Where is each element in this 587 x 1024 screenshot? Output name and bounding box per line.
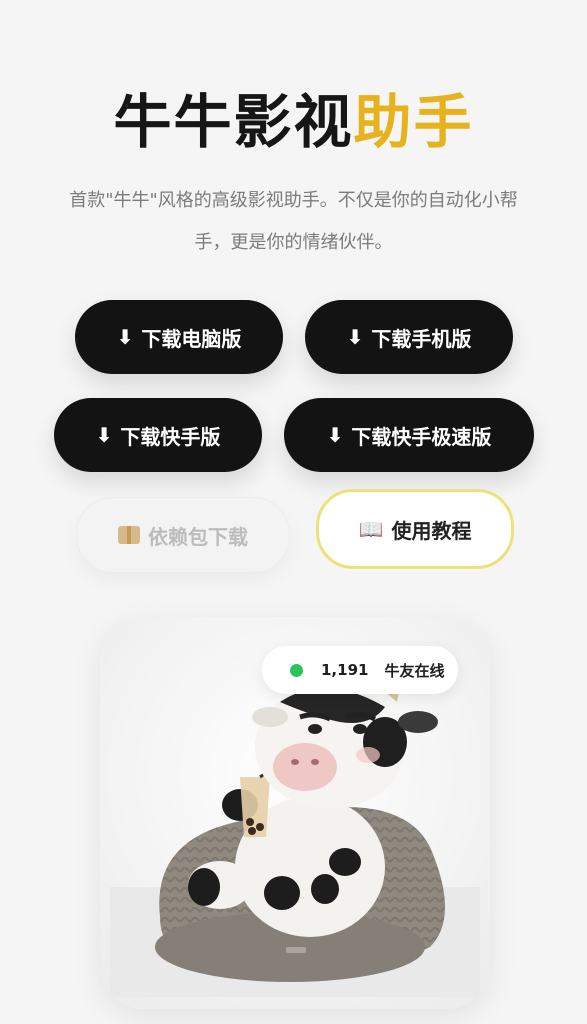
download-mobile-button[interactable]: ⬇ 下载手机版 (305, 300, 513, 374)
tutorial-button[interactable]: 📖 使用教程 (316, 489, 514, 569)
download-kuaishou-lite-label: 下载快手极速版 (351, 424, 492, 449)
download-pc-label: 下载电脑版 (141, 326, 242, 351)
package-icon (118, 526, 140, 544)
title-main: 牛牛影视 (113, 88, 354, 156)
online-dot-icon (290, 663, 303, 677)
online-status-badge: 1,191 牛友在线 (262, 646, 458, 694)
download-arrow-icon: ⬇ (326, 423, 344, 447)
subtitle-line-1: 首款"牛牛"风格的高级影视助手。不仅是你的自动化小帮 (69, 190, 518, 211)
tutorial-label: 使用教程 (391, 518, 472, 543)
online-label: 牛友在线 (384, 661, 445, 680)
book-icon: 📖 (358, 517, 384, 541)
online-count: 1,191 (321, 661, 369, 679)
download-kuaishou-button[interactable]: ⬇ 下载快手版 (54, 398, 262, 472)
download-mobile-label: 下载手机版 (371, 326, 472, 351)
download-arrow-icon: ⬇ (116, 325, 134, 349)
title-accent: 助手 (353, 88, 474, 156)
download-arrow-icon: ⬇ (346, 325, 364, 349)
download-kuaishou-lite-button[interactable]: ⬇ 下载快手极速版 (284, 398, 534, 472)
download-kuaishou-label: 下载快手版 (120, 424, 221, 449)
dependency-download-label: 依赖包下载 (148, 524, 248, 549)
download-pc-button[interactable]: ⬇ 下载电脑版 (75, 300, 283, 374)
dependency-download-button[interactable]: 依赖包下载 (76, 497, 290, 573)
page-subtitle: 首款"牛牛"风格的高级影视助手。不仅是你的自动化小帮 手，更是你的情绪伙伴。 (30, 180, 557, 264)
subtitle-line-2: 手，更是你的情绪伙伴。 (194, 232, 393, 253)
page-title: 牛牛影视助手 (0, 82, 587, 162)
download-arrow-icon: ⬇ (95, 423, 113, 447)
